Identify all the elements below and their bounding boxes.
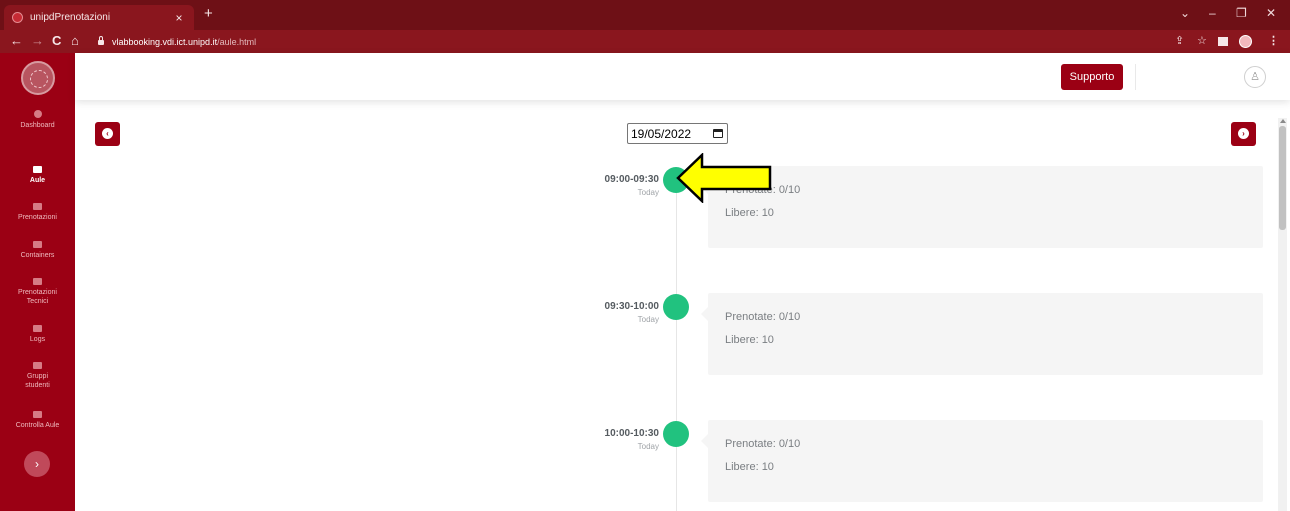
slot-free: Libere: 10 <box>725 461 774 473</box>
sidebar-item-label: Prenotazioni <box>18 214 57 221</box>
slot-booked: Prenotate: 0/10 <box>725 438 801 450</box>
sidebar-item-label: Aule <box>29 177 46 184</box>
url-host: vlabbooking.vdi.ict.unipd.it <box>112 36 218 47</box>
minimize-button[interactable]: – <box>1209 6 1216 20</box>
student-groups-icon <box>33 362 42 369</box>
reload-button[interactable]: C <box>52 33 61 49</box>
sidebar: Dashboard Aule Prenotazioni Containers P… <box>0 53 75 511</box>
restore-button[interactable]: ❐ <box>1236 6 1247 20</box>
url-field[interactable]: vlabbooking.vdi.ict.unipd.it /aule.html <box>98 34 256 49</box>
bookmark-star-icon[interactable]: ☆ <box>1197 34 1207 48</box>
sidebar-item-logs[interactable]: Logs <box>0 325 75 344</box>
arrow-right-circle-icon: › <box>1238 128 1249 139</box>
url-path: /aule.html <box>217 36 257 47</box>
next-day-button[interactable]: › <box>1231 122 1256 146</box>
sidebar-item-label: Containers <box>20 252 55 259</box>
time-slot: 10:00-10:30 Today Prenotate: 0/10 Libere… <box>75 420 1290 510</box>
sidebar-item-label: Gruppi studenti <box>25 373 50 389</box>
date-picker-input[interactable]: 19/05/2022 <box>627 123 728 144</box>
slot-time: 10:00-10:30 <box>604 428 659 439</box>
sidebar-item-aule[interactable]: Aule <box>0 166 75 185</box>
favicon-icon <box>12 12 23 23</box>
slot-status-dot[interactable] <box>663 421 689 447</box>
time-slot: 09:30-10:00 Today Prenotate: 0/10 Libere… <box>75 293 1290 383</box>
dashboard-icon <box>33 110 42 118</box>
tab-title: unipdPrenotazioni <box>30 12 111 23</box>
slot-status-dot[interactable] <box>663 294 689 320</box>
sidebar-item-prenotazioni-tecnici[interactable]: Prenotazioni Tecnici <box>0 278 75 306</box>
sidebar-item-label: Controlla Aule <box>15 422 60 429</box>
logs-icon <box>33 325 42 332</box>
tech-bookings-icon <box>33 278 42 285</box>
slot-card[interactable]: Prenotate: 0/10 Libere: 10 <box>701 420 1263 502</box>
sidebar-item-gruppi-studenti[interactable]: Gruppi studenti <box>0 362 75 390</box>
previous-day-button[interactable]: ‹ <box>95 122 120 146</box>
sidepanel-icon[interactable] <box>1218 37 1228 46</box>
date-value: 19/05/2022 <box>631 126 692 141</box>
sidebar-item-label: Logs <box>29 336 46 343</box>
browser-tab[interactable]: unipdPrenotazioni × <box>4 5 194 30</box>
calendar-icon[interactable] <box>713 129 723 138</box>
sidebar-item-controlla-aule[interactable]: Controlla Aule <box>0 411 75 430</box>
slot-booked: Prenotate: 0/10 <box>725 311 801 323</box>
slot-free: Libere: 10 <box>725 334 774 346</box>
share-icon[interactable]: ⇪ <box>1175 34 1184 48</box>
slot-day: Today <box>637 442 659 451</box>
tab-search-button[interactable]: ⌄ <box>1180 6 1190 20</box>
back-button[interactable]: ← <box>10 33 23 49</box>
sidebar-expand-button[interactable]: › <box>24 451 50 477</box>
bookings-icon <box>33 203 42 210</box>
annotation-arrow-icon <box>676 153 772 203</box>
sidebar-item-label: Prenotazioni Tecnici <box>18 289 57 305</box>
slot-day: Today <box>637 315 659 324</box>
slot-time: 09:30-10:00 <box>604 301 659 312</box>
sidebar-item-prenotazioni[interactable]: Prenotazioni <box>0 203 75 222</box>
arrow-left-circle-icon: ‹ <box>102 128 113 139</box>
sidebar-item-containers[interactable]: Containers <box>0 241 75 260</box>
browser-tabbar: unipdPrenotazioni × + ⌄ – ❐ ✕ <box>0 0 1290 30</box>
home-button[interactable]: ⌂ <box>71 33 79 49</box>
header-divider <box>1135 64 1136 90</box>
top-header: Supporto ♙ <box>75 53 1290 100</box>
classroom-icon <box>33 166 42 173</box>
forward-button[interactable]: → <box>31 33 44 49</box>
slot-time: 09:00-09:30 <box>604 174 659 185</box>
slot-card[interactable]: Prenotate: 0/10 Libere: 10 <box>701 293 1263 375</box>
close-window-button[interactable]: ✕ <box>1266 6 1276 20</box>
slot-day: Today <box>637 188 659 197</box>
university-logo[interactable] <box>21 61 55 95</box>
new-tab-button[interactable]: + <box>204 6 213 22</box>
slot-card[interactable]: Prenotate: 0/10 Libere: 10 <box>701 166 1263 248</box>
user-icon[interactable]: ♙ <box>1244 66 1266 88</box>
scroll-up-icon[interactable] <box>1280 119 1286 123</box>
sidebar-item-dashboard[interactable]: Dashboard <box>0 110 75 130</box>
tab-close-button[interactable]: × <box>172 11 186 25</box>
browser-menu-icon[interactable]: ⋮ <box>1268 34 1279 48</box>
lock-icon <box>98 36 104 45</box>
containers-icon <box>33 241 42 248</box>
profile-avatar[interactable] <box>1239 35 1252 48</box>
check-classrooms-icon <box>33 411 42 418</box>
slot-free: Libere: 10 <box>725 207 774 219</box>
support-button[interactable]: Supporto <box>1061 64 1123 90</box>
browser-addressbar: ← → C ⌂ vlabbooking.vdi.ict.unipd.it /au… <box>0 30 1290 53</box>
sidebar-item-label: Dashboard <box>20 122 55 129</box>
